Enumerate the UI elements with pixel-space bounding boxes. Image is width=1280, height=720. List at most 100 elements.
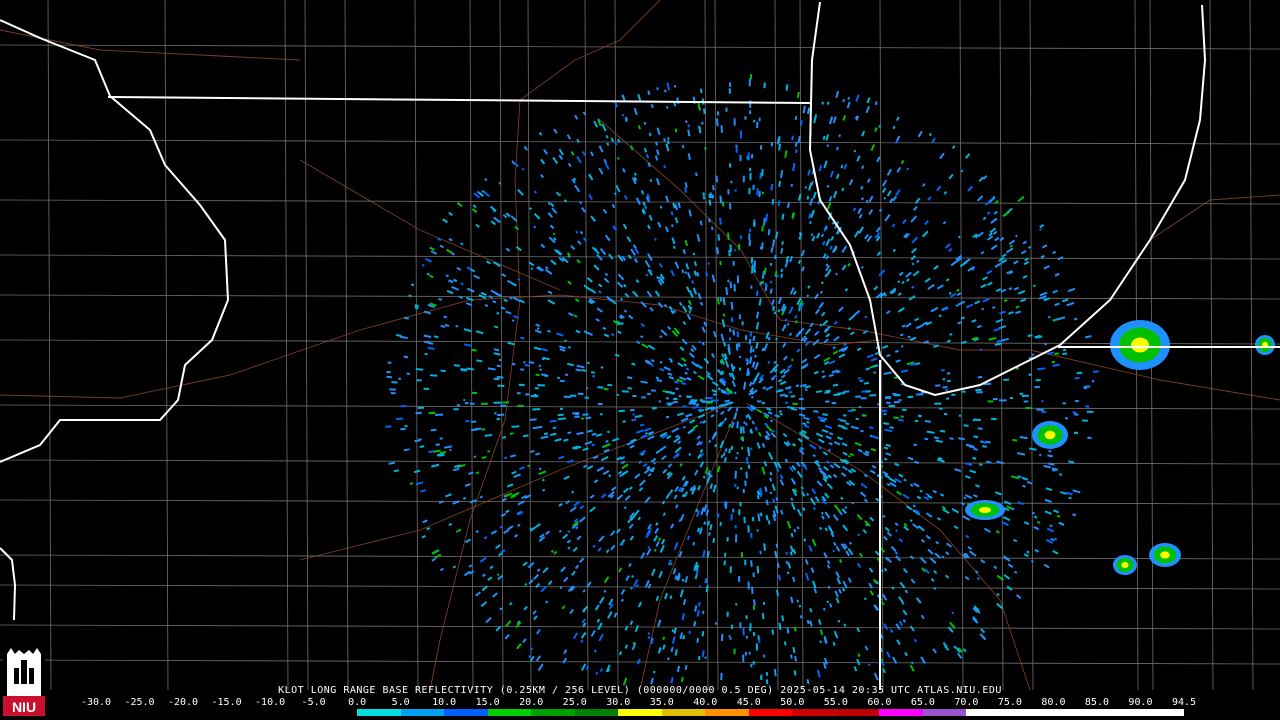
echo-pixel bbox=[547, 212, 554, 218]
echo-pixel bbox=[558, 455, 565, 460]
echo-pixel bbox=[620, 598, 624, 602]
echo-pixel bbox=[725, 287, 729, 295]
echo-pixel bbox=[924, 419, 931, 423]
echo-pixel bbox=[704, 656, 707, 659]
echo-pixel bbox=[535, 582, 541, 589]
echo-pixel bbox=[850, 425, 859, 430]
echo-pixel bbox=[775, 496, 779, 501]
echo-pixel bbox=[907, 335, 911, 339]
echo-pixel bbox=[750, 74, 753, 80]
echo-pixel bbox=[870, 144, 876, 151]
echo-pixel bbox=[752, 661, 755, 665]
echo-pixel bbox=[993, 565, 998, 570]
echo-pixel bbox=[779, 479, 785, 486]
echo-pixel bbox=[822, 135, 826, 141]
echo-pixel bbox=[580, 207, 586, 213]
echo-pixel bbox=[479, 495, 483, 499]
echo-pixel bbox=[493, 216, 501, 224]
echo-pixel bbox=[469, 402, 475, 405]
echo-pixel bbox=[832, 350, 839, 355]
echo-pixel bbox=[641, 396, 646, 399]
echo-pixel bbox=[896, 639, 901, 646]
echo-pixel bbox=[707, 262, 710, 265]
echo-pixel bbox=[1075, 400, 1079, 403]
echo-pixel bbox=[873, 371, 876, 374]
echo-pixel bbox=[727, 232, 730, 240]
echo-pixel bbox=[577, 392, 584, 395]
echo-pixel bbox=[788, 390, 793, 394]
echo-pixel bbox=[719, 297, 723, 302]
echo-pixel bbox=[429, 274, 434, 279]
echo-pixel bbox=[982, 297, 990, 303]
echo-pixel bbox=[547, 290, 553, 295]
echo-pixel bbox=[1016, 451, 1026, 456]
echo-pixel bbox=[677, 362, 684, 368]
echo-pixel bbox=[607, 611, 613, 619]
echo-pixel bbox=[826, 564, 831, 569]
echo-pixel bbox=[958, 414, 962, 417]
echo-pixel bbox=[764, 486, 768, 493]
echo-pixel bbox=[696, 527, 700, 533]
echo-pixel bbox=[734, 189, 737, 192]
echo-pixel bbox=[874, 351, 880, 356]
echo-pixel bbox=[719, 522, 722, 526]
echo-pixel bbox=[901, 408, 907, 411]
echo-pixel bbox=[669, 595, 673, 599]
echo-pixel bbox=[393, 469, 399, 473]
echo-pixel bbox=[586, 465, 594, 470]
echo-pixel bbox=[575, 329, 581, 334]
echo-pixel bbox=[756, 400, 762, 403]
echo-pixel bbox=[502, 401, 510, 404]
echo-pixel bbox=[444, 323, 450, 327]
echo-pixel bbox=[728, 163, 732, 168]
echo-pixel bbox=[948, 247, 953, 252]
echo-pixel bbox=[953, 525, 959, 530]
echo-pixel bbox=[1015, 594, 1022, 600]
echo-pixel bbox=[895, 359, 901, 363]
echo-pixel bbox=[763, 217, 766, 226]
echo-pixel bbox=[1021, 394, 1029, 397]
echo-pixel bbox=[696, 609, 700, 617]
echo-pixel bbox=[452, 278, 458, 283]
echo-pixel bbox=[857, 207, 863, 215]
echo-pixel bbox=[898, 399, 902, 402]
echo-pixel bbox=[793, 528, 797, 533]
echo-pixel bbox=[579, 557, 585, 563]
echo-pixel bbox=[897, 292, 902, 296]
echo-pixel bbox=[1028, 373, 1032, 376]
echo-pixel bbox=[983, 527, 991, 533]
echo-pixel bbox=[906, 505, 913, 511]
echo-pixel bbox=[998, 325, 1007, 330]
echo-pixel bbox=[942, 508, 950, 515]
echo-pixel bbox=[761, 270, 765, 280]
echo-pixel bbox=[842, 451, 848, 456]
echo-pixel bbox=[761, 225, 764, 232]
echo-pixel bbox=[720, 633, 724, 641]
echo-pixel bbox=[902, 609, 908, 616]
echo-pixel bbox=[563, 649, 568, 655]
echo-pixel bbox=[738, 509, 741, 515]
echo-pixel bbox=[993, 230, 998, 235]
echo-pixel bbox=[561, 605, 566, 610]
echo-pixel bbox=[927, 548, 934, 555]
echo-pixel bbox=[729, 566, 732, 574]
echo-pixel bbox=[972, 494, 979, 498]
echo-pixel bbox=[670, 269, 675, 277]
echo-pixel bbox=[847, 262, 851, 267]
echo-pixel bbox=[730, 624, 734, 629]
echo-pixel bbox=[472, 204, 477, 209]
echo-pixel bbox=[647, 224, 651, 230]
echo-pixel bbox=[669, 489, 674, 494]
echo-pixel bbox=[655, 522, 659, 526]
echo-pixel bbox=[582, 413, 589, 416]
echo-pixel bbox=[841, 245, 848, 254]
echo-pixel bbox=[861, 130, 866, 137]
echo-pixel bbox=[734, 483, 737, 487]
echo-pixel bbox=[701, 650, 705, 658]
echo-pixel bbox=[770, 142, 774, 147]
echo-pixel bbox=[435, 413, 444, 417]
echo-pixel bbox=[729, 281, 733, 289]
echo-pixel bbox=[814, 330, 820, 337]
echo-pixel bbox=[874, 550, 880, 556]
echo-pixel bbox=[920, 538, 926, 543]
